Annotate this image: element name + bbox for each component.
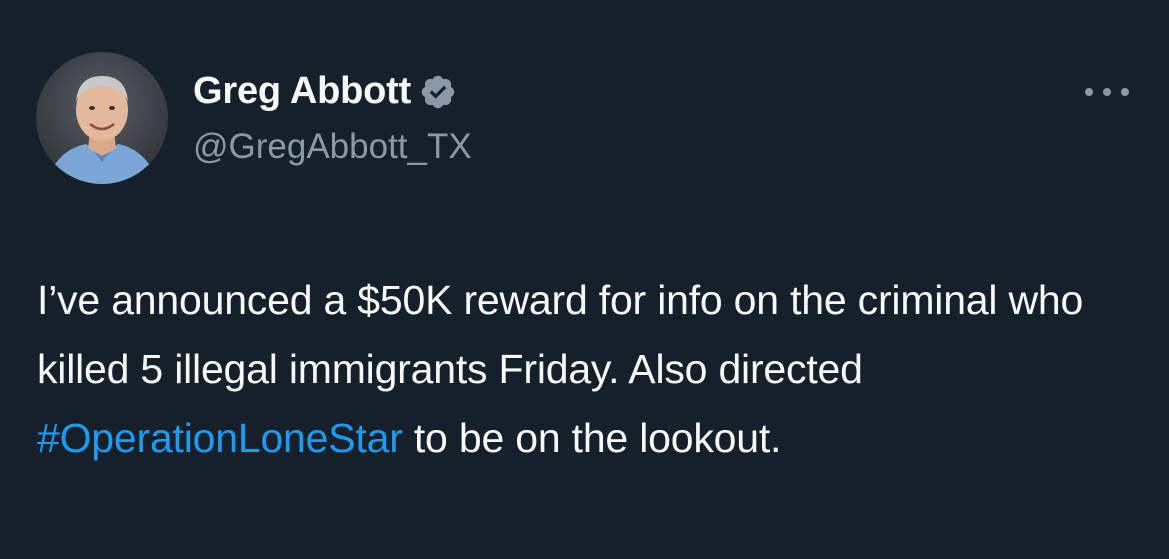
more-options-button[interactable] <box>1085 82 1129 102</box>
more-horizontal-icon <box>1085 88 1093 96</box>
verified-badge-icon <box>419 73 457 111</box>
tweet-text: I’ve announced a $50K reward for info on… <box>37 266 1137 473</box>
profile-photo-icon <box>36 52 168 184</box>
author-handle[interactable]: @GregAbbott_TX <box>193 127 472 167</box>
more-horizontal-icon <box>1103 88 1111 96</box>
more-horizontal-icon <box>1121 88 1129 96</box>
author-name-row: Greg Abbott <box>193 70 457 113</box>
author-avatar[interactable] <box>36 52 168 184</box>
author-display-name[interactable]: Greg Abbott <box>193 70 411 113</box>
tweet-text-part: I’ve announced a $50K reward for info on… <box>37 277 1084 392</box>
tweet-text-part: to be on the lookout. <box>402 415 782 461</box>
hashtag-link[interactable]: #OperationLoneStar <box>37 415 403 461</box>
tweet-card: Greg Abbott @GregAbbott_TX I’ve announce… <box>0 0 1169 559</box>
